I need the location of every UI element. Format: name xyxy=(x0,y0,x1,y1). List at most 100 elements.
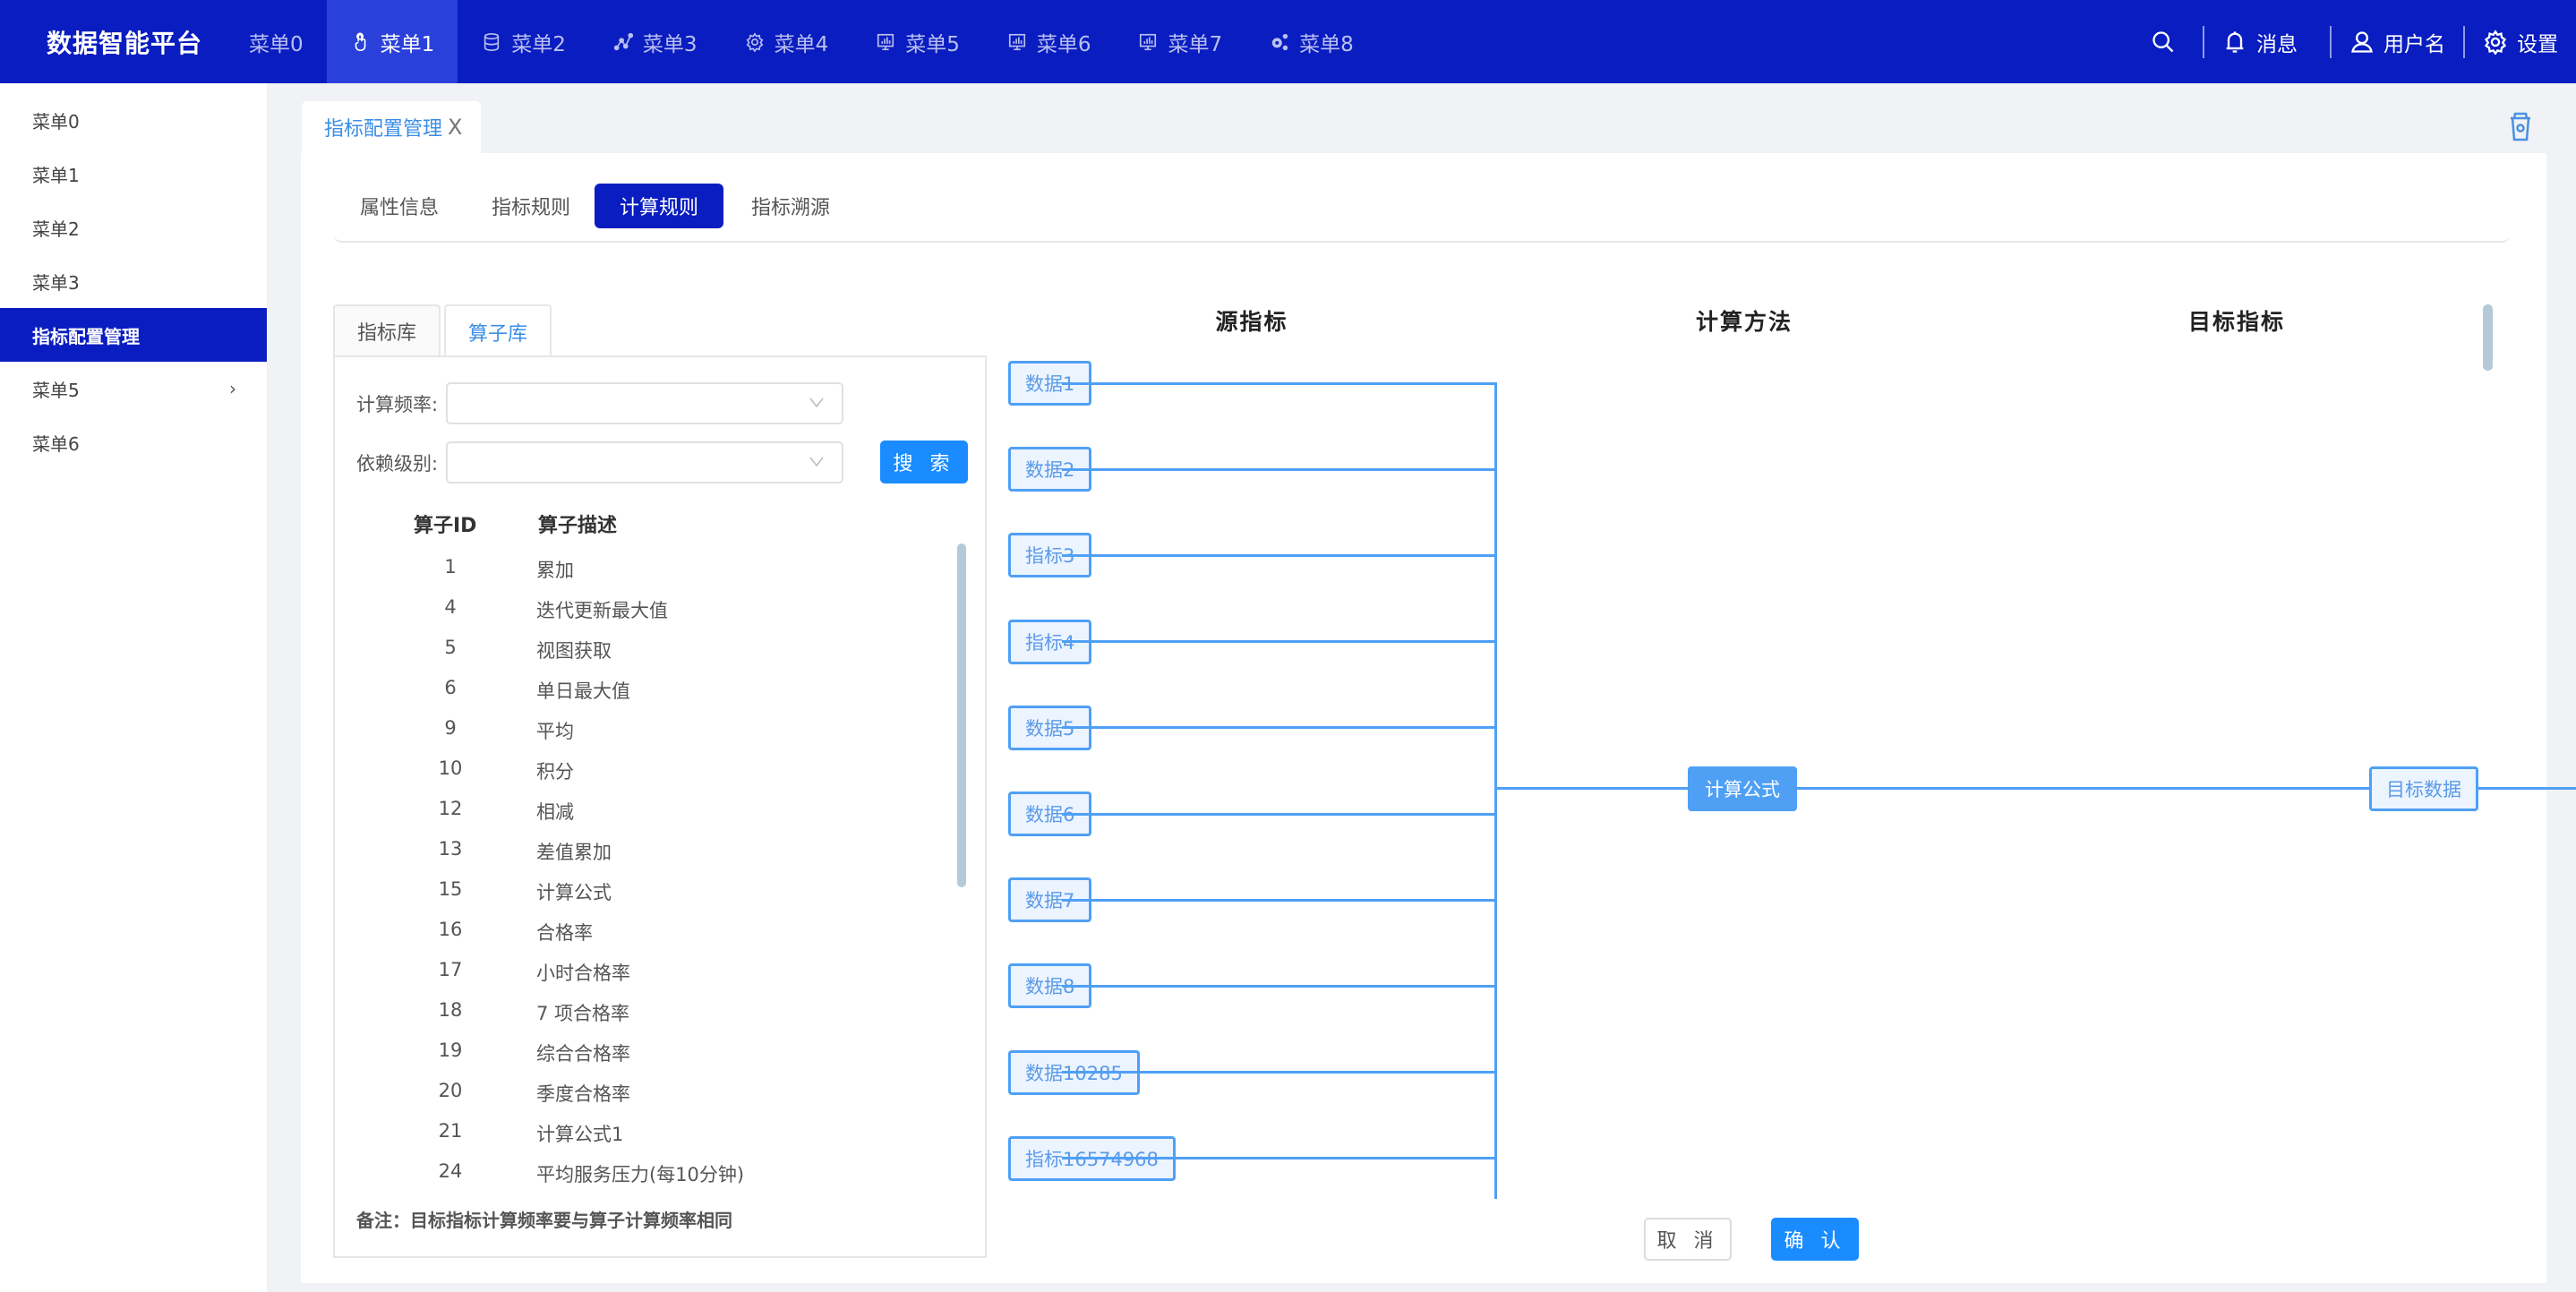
sidebar-item-4[interactable]: 指标配置管理 xyxy=(0,308,267,362)
table-row[interactable]: 19 综合合格率 xyxy=(335,1032,985,1073)
sidebar-item-label: 菜单3 xyxy=(32,271,80,294)
nav-item-1[interactable]: 菜单1 xyxy=(326,0,458,83)
column-operator-id: 算子ID xyxy=(414,515,477,537)
sidebar-item-5[interactable]: 菜单5 › xyxy=(0,362,267,415)
nav-item-label: 菜单8 xyxy=(1299,32,1354,56)
source-column-title: 源指标 xyxy=(1215,309,1288,335)
nav-item-7[interactable]: 菜单7 xyxy=(1114,0,1245,83)
operator-id: 10 xyxy=(438,757,463,779)
top-header: 数据智能平台 菜单0 菜单1 菜单2 菜单3 菜单4 菜单5 菜单6 菜单7 菜单8 消息 用户… xyxy=(0,0,2576,83)
operator-desc: 平均服务压力(每10分钟) xyxy=(536,1164,745,1185)
dependency-label: 依赖级别: xyxy=(356,452,439,475)
gear-icon xyxy=(744,31,766,53)
library-tab-1[interactable]: 算子库 xyxy=(444,304,552,358)
method-column-title: 计算方法 xyxy=(1695,309,1793,335)
table-row[interactable]: 21 计算公式1 xyxy=(335,1113,985,1153)
subtab-3[interactable]: 指标溯源 xyxy=(726,184,855,228)
user-icon xyxy=(2351,30,2373,53)
table-row[interactable]: 15 计算公式 xyxy=(335,871,985,911)
frequency-select[interactable] xyxy=(446,382,843,424)
operator-library-panel: 计算频率: 依赖级别: 搜 索 算子ID 算子描述 1 累加 4 迭代更新最大值 5 视图… xyxy=(333,355,987,1258)
nav-item-4[interactable]: 菜单4 xyxy=(721,0,852,83)
line-nodes-icon xyxy=(612,31,634,53)
sidebar: 菜单0 菜单1 菜单2 菜单3 指标配置管理菜单5 › 菜单6 xyxy=(0,83,267,1292)
method-node[interactable]: 计算公式 xyxy=(1688,766,1797,811)
dependency-select[interactable] xyxy=(446,441,843,483)
table-row[interactable]: 4 迭代更新最大值 xyxy=(335,589,985,629)
sidebar-item-6[interactable]: 菜单6 xyxy=(0,415,267,469)
sidebar-item-label: 菜单5 xyxy=(32,379,80,401)
search-button[interactable] xyxy=(2133,30,2203,55)
nav-item-label: 菜单6 xyxy=(1036,32,1091,56)
operator-desc: 综合合格率 xyxy=(536,1043,630,1065)
nav-item-6[interactable]: 菜单6 xyxy=(983,0,1115,83)
operator-desc: 相减 xyxy=(536,801,574,823)
subtab-0[interactable]: 属性信息 xyxy=(335,184,464,228)
subtab-1[interactable]: 指标规则 xyxy=(466,184,595,228)
target-column-title: 目标指标 xyxy=(2187,309,2286,335)
table-row[interactable]: 18 7 项合格率 xyxy=(335,992,985,1032)
connector-line xyxy=(1062,812,1495,816)
nav-item-5[interactable]: 菜单5 xyxy=(852,0,983,83)
table-row[interactable]: 24 平均服务压力(每10分钟) xyxy=(335,1153,985,1194)
operator-id: 17 xyxy=(438,959,463,980)
table-row[interactable]: 6 单日最大值 xyxy=(335,670,985,710)
target-node[interactable]: 目标数据 xyxy=(2369,766,2478,811)
sidebar-item-label: 指标配置管理 xyxy=(32,325,140,347)
diagram-scrollbar[interactable] xyxy=(2483,304,2493,371)
gear-icon xyxy=(2484,29,2507,55)
nav-item-label: 菜单4 xyxy=(774,32,829,56)
nav-item-2[interactable]: 菜单2 xyxy=(458,0,589,83)
operator-id: 24 xyxy=(438,1160,463,1182)
connector-line xyxy=(1062,467,1495,471)
table-row[interactable]: 17 小时合格率 xyxy=(335,952,985,992)
monitor-chart-icon xyxy=(875,31,896,53)
connector-line xyxy=(1062,1157,1495,1160)
table-row[interactable]: 5 视图获取 xyxy=(335,629,985,670)
table-row[interactable]: 9 平均 xyxy=(335,710,985,750)
operator-id: 15 xyxy=(438,878,463,900)
operator-id: 16 xyxy=(438,919,463,940)
sidebar-item-1[interactable]: 菜单1 xyxy=(0,147,267,201)
gears-icon xyxy=(1269,31,1290,53)
confirm-button[interactable]: 确 认 xyxy=(1771,1218,1859,1261)
operator-desc: 平均 xyxy=(536,721,574,742)
nav-item-3[interactable]: 菜单3 xyxy=(589,0,721,83)
library-tab-0[interactable]: 指标库 xyxy=(333,304,441,356)
cancel-button[interactable]: 取 消 xyxy=(1644,1218,1732,1261)
sidebar-item-2[interactable]: 菜单2 xyxy=(0,201,267,254)
nav-item-label: 菜单5 xyxy=(905,32,960,56)
library-tabs: 指标库 算子库 xyxy=(333,304,555,358)
search-button[interactable]: 搜 索 xyxy=(880,441,968,483)
table-row[interactable]: 1 累加 xyxy=(335,549,985,589)
table-row[interactable]: 13 差值累加 xyxy=(335,831,985,871)
table-scrollbar[interactable] xyxy=(957,543,966,887)
nav-item-8[interactable]: 菜单8 xyxy=(1245,0,1377,83)
close-icon[interactable]: X xyxy=(448,115,462,140)
page-tab-indicator-config[interactable]: 指标配置管理 X xyxy=(302,101,481,153)
chevron-down-icon xyxy=(809,457,824,467)
operator-desc: 7 项合格率 xyxy=(536,1003,630,1024)
operator-id: 21 xyxy=(438,1120,463,1142)
operator-desc: 小时合格率 xyxy=(536,963,630,984)
user-menu[interactable]: 用户名 xyxy=(2332,27,2463,57)
table-row[interactable]: 10 积分 xyxy=(335,750,985,791)
subtab-2[interactable]: 计算规则 xyxy=(595,184,724,228)
username-label: 用户名 xyxy=(2383,32,2445,56)
settings-button[interactable]: 设置 xyxy=(2465,27,2576,57)
nav-item-label: 菜单3 xyxy=(642,32,697,56)
sidebar-item-3[interactable]: 菜单3 xyxy=(0,254,267,308)
frequency-label: 计算频率: xyxy=(356,393,439,415)
operator-table-body: 1 累加 4 迭代更新最大值 5 视图获取 6 单日最大值 9 平均 10 积分 12 相减 13 差值累加 1… xyxy=(335,549,985,1194)
messages-button[interactable]: 消息 xyxy=(2204,27,2330,57)
table-row[interactable]: 16 合格率 xyxy=(335,911,985,952)
table-row[interactable]: 20 季度合格率 xyxy=(335,1073,985,1113)
monitor-chart-icon xyxy=(1137,31,1159,53)
nav-item-0[interactable]: 菜单0 xyxy=(226,0,327,83)
clear-tabs-icon[interactable] xyxy=(2507,111,2534,141)
connector-line xyxy=(1062,1071,1495,1074)
operator-id: 5 xyxy=(444,637,457,658)
table-row[interactable]: 12 相减 xyxy=(335,791,985,831)
sidebar-item-0[interactable]: 菜单0 xyxy=(0,93,267,147)
operator-desc: 积分 xyxy=(536,761,574,783)
